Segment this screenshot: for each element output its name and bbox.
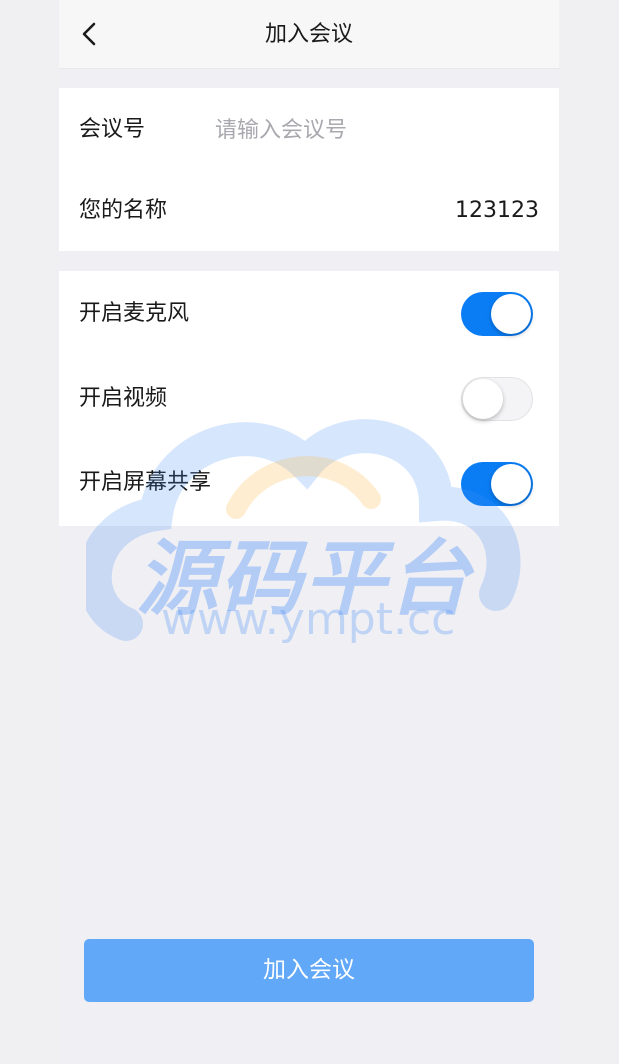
watermark-url: www.ympt.cc bbox=[161, 594, 456, 645]
display-name-value[interactable]: 123123 bbox=[455, 196, 539, 226]
video-label: 开启视频 bbox=[79, 386, 168, 411]
video-toggle[interactable] bbox=[461, 377, 533, 421]
page-title: 加入会议 bbox=[264, 22, 353, 47]
microphone-label: 开启麦克风 bbox=[79, 301, 190, 326]
setting-row-microphone: 开启麦克风 bbox=[59, 271, 559, 358]
meeting-info-group: 会议号 您的名称 123123 bbox=[59, 88, 559, 251]
watermark-title: 源码平台 bbox=[136, 532, 472, 627]
setting-row-screen-share: 开启屏幕共享 bbox=[59, 442, 559, 526]
join-meeting-button[interactable]: 加入会议 bbox=[84, 939, 534, 1002]
navigation-bar: 加入会议 bbox=[59, 0, 559, 69]
left-margin bbox=[0, 0, 59, 1064]
meeting-id-label: 会议号 bbox=[79, 117, 146, 142]
media-settings-group: 开启麦克风 开启视频 开启屏幕共享 bbox=[59, 271, 559, 526]
setting-row-video: 开启视频 bbox=[59, 358, 559, 442]
toggle-knob bbox=[463, 378, 503, 419]
right-margin bbox=[559, 0, 619, 1064]
join-meeting-screen: 加入会议 会议号 您的名称 123123 开启麦克风 开启视频 开启屏幕共享 bbox=[59, 0, 559, 1064]
toggle-knob bbox=[491, 464, 531, 504]
microphone-toggle[interactable] bbox=[461, 292, 533, 336]
display-name-label: 您的名称 bbox=[79, 198, 168, 223]
meeting-id-row: 会议号 bbox=[59, 88, 559, 172]
screen-share-toggle[interactable] bbox=[461, 462, 533, 506]
toggle-knob bbox=[491, 294, 531, 334]
meeting-id-input[interactable] bbox=[215, 113, 535, 147]
screen-share-label: 开启屏幕共享 bbox=[79, 470, 212, 495]
display-name-row: 您的名称 123123 bbox=[59, 172, 559, 251]
